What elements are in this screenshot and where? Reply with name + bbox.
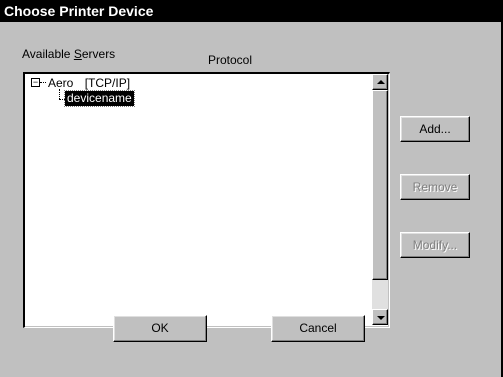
server-protocol: [TCP/IP]	[84, 76, 131, 90]
available-servers-label: Available Servers	[22, 47, 115, 61]
label-part: ervers	[81, 47, 116, 61]
server-name: Aero	[48, 76, 74, 90]
vertical-scrollbar[interactable]	[372, 74, 388, 325]
tree-connector	[40, 82, 46, 83]
tree-connector	[59, 89, 60, 99]
ok-button[interactable]: OK	[113, 315, 207, 342]
cancel-button[interactable]: Cancel	[271, 315, 365, 342]
window-title: Choose Printer Device	[4, 3, 154, 19]
scroll-up-button[interactable]	[372, 74, 388, 90]
protocol-label: Protocol	[208, 53, 253, 67]
remove-button[interactable]: Remove	[400, 174, 470, 200]
add-button[interactable]: Add...	[400, 116, 470, 142]
scroll-thumb[interactable]	[372, 90, 388, 280]
title-bar: Choose Printer Device	[0, 0, 503, 22]
servers-tree[interactable]: − Aero [TCP/IP] devicename	[23, 72, 390, 328]
scroll-down-button[interactable]	[372, 309, 388, 325]
label-part: Available	[22, 47, 74, 61]
tree-item-server[interactable]: Aero [TCP/IP]	[48, 75, 130, 91]
collapse-icon[interactable]: −	[31, 78, 40, 87]
tree-item-device[interactable]: devicename	[64, 90, 135, 107]
up-arrow-icon	[377, 80, 385, 84]
label-mnemonic: S	[73, 47, 82, 61]
modify-button[interactable]: Modify...	[400, 232, 470, 258]
down-arrow-icon	[377, 316, 385, 320]
